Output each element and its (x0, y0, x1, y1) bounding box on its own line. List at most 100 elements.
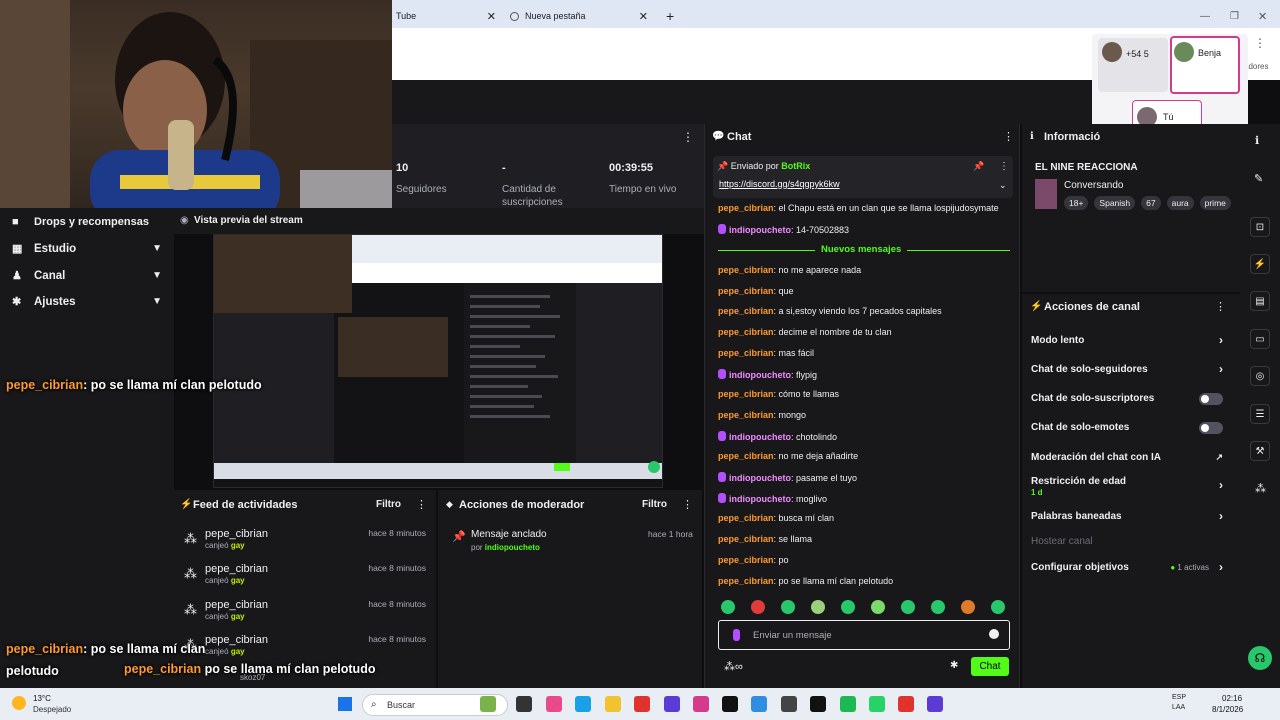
kebab-icon[interactable]: ⋮ (682, 130, 694, 144)
toggle-switch[interactable] (1199, 393, 1223, 405)
rail-button-layout[interactable]: ☰ (1250, 404, 1270, 424)
taskbar-app-icon[interactable] (693, 696, 709, 712)
chat-username[interactable]: pepe_cibrian (718, 534, 774, 544)
minimize-icon[interactable]: — (1200, 4, 1210, 28)
rail-button-bolt[interactable]: ⚡ (1250, 254, 1270, 274)
maximize-icon[interactable]: ❐ (1230, 4, 1239, 28)
taskbar-app-icon[interactable] (840, 696, 856, 712)
sidebar-item-settings[interactable]: ✱ Ajustes ▼ (12, 295, 162, 309)
rail-button-chat[interactable]: ▭ (1250, 329, 1270, 349)
kebab-icon[interactable]: ⋮ (416, 498, 427, 511)
tag[interactable]: aura (1166, 196, 1194, 210)
chat-username[interactable]: indiopoucheto (729, 473, 791, 483)
kebab-icon[interactable]: ⋮ (999, 161, 1009, 172)
action-slow-mode[interactable]: Modo lento › (1031, 333, 1231, 347)
chat-username[interactable]: pepe_cibrian (718, 555, 774, 565)
pencil-icon[interactable]: ✎ (1254, 172, 1263, 185)
action-followers-only[interactable]: Chat de solo-seguidores › (1031, 362, 1231, 376)
taskbar-app-icon[interactable] (869, 696, 885, 712)
new-tab-button[interactable]: + (666, 4, 674, 28)
toggle-switch[interactable] (1199, 422, 1223, 434)
emote-icon[interactable] (991, 600, 1005, 614)
emote-icon[interactable] (841, 600, 855, 614)
kebab-icon[interactable]: ⋮ (1003, 130, 1014, 143)
emote-icon[interactable] (871, 600, 885, 614)
taskbar-app-icon[interactable] (751, 696, 767, 712)
browser-tab[interactable]: Tube ✕ (392, 4, 502, 28)
gear-icon[interactable]: ✱ (950, 660, 958, 671)
emote-icon[interactable] (751, 600, 765, 614)
taskbar-app-icon[interactable] (546, 696, 562, 712)
browser-tab-new[interactable]: Nueva pestaña ✕ (506, 4, 656, 28)
emote-icon[interactable] (961, 600, 975, 614)
pin-icon[interactable]: 📌 (973, 161, 984, 172)
points-icon[interactable]: ⁂ (1255, 482, 1266, 495)
action-age-restriction[interactable]: Restricción de edad › 1 d (1031, 476, 1231, 497)
windows-start-icon[interactable] (338, 697, 352, 711)
taskbar-app-icon[interactable] (605, 696, 621, 712)
emote-icon[interactable] (721, 600, 735, 614)
chat-username[interactable]: pepe_cibrian (718, 306, 774, 316)
emote-icon[interactable] (931, 600, 945, 614)
sidebar-item-drops[interactable]: ■ Drops y recompensas (12, 216, 162, 228)
feed-filter-button[interactable]: Filtro (376, 499, 401, 510)
rail-button-scan[interactable]: ⊡ (1250, 217, 1270, 237)
tag[interactable]: 18+ (1064, 196, 1089, 210)
action-goals[interactable]: Configurar objetivos ● 1 activas › (1031, 560, 1231, 574)
chat-username[interactable]: pepe_cibrian (718, 327, 774, 337)
mod-filter-button[interactable]: Filtro (642, 499, 667, 510)
chat-username[interactable]: pepe_cibrian (718, 410, 774, 420)
action-ai-moderation[interactable]: Moderación del chat con IA ↗ (1031, 452, 1231, 463)
chat-username[interactable]: indiopoucheto (729, 432, 791, 442)
send-chat-button[interactable]: Chat (971, 657, 1009, 676)
action-emotes-only[interactable]: Chat de solo-emotes (1031, 422, 1231, 434)
taskbar-app-icon[interactable] (927, 696, 943, 712)
emote-icon[interactable] (811, 600, 825, 614)
emote-icon[interactable] (781, 600, 795, 614)
sidebar-item-channel[interactable]: ♟ Canal ▼ (12, 269, 162, 283)
taskbar-app-icon[interactable] (781, 696, 797, 712)
chat-username[interactable]: indiopoucheto (729, 370, 791, 380)
chevron-down-icon[interactable]: ⌄ (999, 180, 1007, 191)
points-icon[interactable]: ⁂∞ (724, 660, 743, 673)
action-banned-words[interactable]: Palabras baneadas › (1031, 509, 1231, 523)
pinned-message[interactable]: 📌 Enviado por BotRix https://discord.gg/… (713, 156, 1013, 198)
info-icon[interactable]: ℹ (1255, 134, 1259, 147)
chat-username[interactable]: pepe_cibrian (718, 348, 774, 358)
tag[interactable]: prime (1199, 196, 1231, 210)
chat-username[interactable]: pepe_cibrian (718, 265, 774, 275)
lang-indicator-sub[interactable]: LAA (1172, 704, 1185, 711)
kebab-icon[interactable]: ⋮ (1215, 300, 1226, 313)
taskbar-app-icon[interactable] (575, 696, 591, 712)
taskbar-app-icon[interactable] (722, 696, 738, 712)
lang-indicator[interactable]: ESP (1172, 694, 1186, 701)
taskbar-app-icon[interactable] (664, 696, 680, 712)
chat-username[interactable]: pepe_cibrian (718, 451, 774, 461)
kebab-icon[interactable]: ⋮ (1254, 36, 1266, 50)
taskbar-app-icon[interactable] (480, 696, 496, 712)
chat-username[interactable]: pepe_cibrian (718, 286, 774, 296)
action-subs-only[interactable]: Chat de solo-suscriptores (1031, 393, 1231, 405)
chat-username[interactable]: pepe_cibrian (718, 576, 774, 586)
taskbar-app-icon[interactable] (898, 696, 914, 712)
clock-date[interactable]: 8/1/2026 (1212, 705, 1243, 714)
call-tile[interactable]: +54 5 (1098, 38, 1168, 92)
chat-username[interactable]: pepe_cibrian (718, 513, 774, 523)
call-tile-active[interactable]: Benja (1170, 36, 1240, 94)
window-close-icon[interactable]: ✕ (1258, 4, 1267, 28)
tag[interactable]: 67 (1141, 196, 1161, 210)
emote-icon[interactable] (901, 600, 915, 614)
pinned-link[interactable]: https://discord.gg/s4qgpyk6kw (719, 179, 840, 189)
action-host-channel[interactable]: Hostear canal (1031, 536, 1231, 547)
close-icon[interactable]: ✕ (487, 10, 496, 23)
tag[interactable]: Spanish (1094, 196, 1136, 210)
rail-button-doc[interactable]: ▤ (1250, 291, 1270, 311)
clock-time[interactable]: 02:16 (1222, 694, 1242, 703)
taskbar-app-icon[interactable] (634, 696, 650, 712)
sidebar-item-studio[interactable]: ▦ Estudio ▼ (12, 242, 162, 256)
support-icon[interactable]: ☊ (1248, 646, 1272, 670)
taskbar-app-icon[interactable] (516, 696, 532, 712)
chat-input[interactable]: Enviar un mensaje (718, 620, 1010, 650)
taskbar-app-icon[interactable] (810, 696, 826, 712)
rail-button-signal[interactable]: ◎ (1250, 366, 1270, 386)
